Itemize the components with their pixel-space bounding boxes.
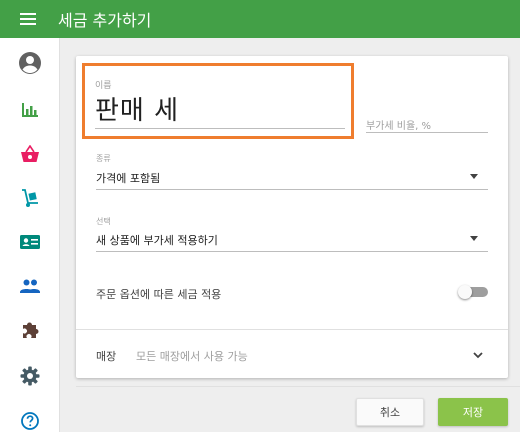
hamburger-menu-icon[interactable]	[20, 13, 36, 25]
tax-type-underline	[96, 189, 488, 190]
tax-option-select[interactable]: 새 상품에 부가세 적용하기	[96, 232, 218, 248]
account-circle-icon	[19, 52, 41, 74]
tax-name-value: 판매 세	[95, 96, 180, 126]
toggle-thumb	[458, 285, 472, 299]
sidebar-item-inventory[interactable]	[0, 178, 60, 218]
sidebar-item-account[interactable]	[0, 43, 60, 83]
page-title: 세금 추가하기	[58, 11, 152, 30]
hand-truck-icon	[22, 189, 38, 207]
id-card-icon	[20, 235, 40, 249]
stores-label: 매장	[96, 350, 117, 363]
bar-chart-icon	[22, 103, 38, 117]
section-divider	[76, 329, 508, 330]
footer-divider	[76, 386, 520, 387]
save-button[interactable]: 저장	[438, 398, 508, 426]
sidebar-item-employees[interactable]	[0, 222, 60, 262]
sidebar-item-integrations[interactable]	[0, 310, 60, 350]
help-circle-icon	[21, 412, 39, 430]
tax-type-dropdown-icon[interactable]	[470, 174, 478, 179]
stores-value: 모든 매장에서 사용 가능	[136, 350, 248, 363]
app-bar: 세금 추가하기	[0, 0, 520, 38]
modifier-tax-toggle[interactable]	[458, 285, 488, 299]
tax-form-card: 이름 판매 세 부가세 비율, % 종류 가격에 포함됨 선택 새 상품에 부가…	[76, 56, 508, 378]
tax-type-select[interactable]: 가격에 포함됨	[96, 170, 160, 186]
sidebar-item-help[interactable]	[0, 401, 60, 432]
cancel-button[interactable]: 취소	[356, 398, 424, 426]
tax-rate-input[interactable]: 부가세 비율, %	[366, 117, 431, 132]
shopping-basket-icon	[21, 145, 39, 162]
sidebar-item-reports[interactable]	[0, 90, 60, 130]
chevron-down-icon[interactable]	[472, 349, 484, 361]
tax-name-underline	[95, 128, 345, 129]
sidebar-item-customers[interactable]	[0, 266, 60, 306]
sidebar-item-settings[interactable]	[0, 356, 60, 396]
tax-type-label: 종류	[96, 154, 111, 163]
tax-option-underline	[96, 251, 488, 252]
sidebar-item-items[interactable]	[0, 134, 60, 174]
sidebar	[0, 38, 60, 432]
tax-option-dropdown-icon[interactable]	[470, 236, 478, 241]
puzzle-icon	[23, 322, 39, 338]
modifier-tax-label: 주문 옵션에 따른 세금 적용	[96, 288, 222, 301]
tax-name-field[interactable]: 이름 판매 세	[82, 63, 354, 139]
tax-rate-underline	[366, 132, 488, 133]
tax-option-label: 선택	[96, 217, 111, 226]
people-icon	[20, 279, 40, 293]
gear-icon	[20, 366, 40, 386]
